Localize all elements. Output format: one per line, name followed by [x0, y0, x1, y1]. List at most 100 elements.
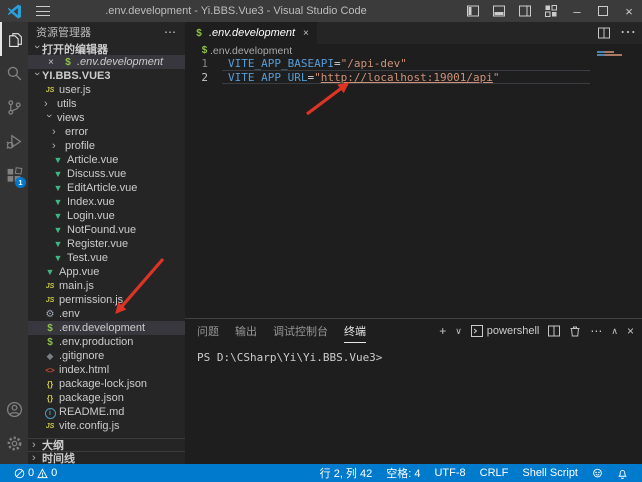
vue-icon — [52, 210, 64, 222]
tree-item-main-js[interactable]: main.js — [28, 279, 185, 293]
sidebar-title-label: 资源管理器 — [36, 24, 91, 40]
json-icon — [44, 392, 56, 405]
tree-item-env-production[interactable]: .env.production — [28, 335, 185, 349]
file-tree: user.js utils views error profile Articl… — [28, 83, 185, 433]
tab-output[interactable]: 输出 — [235, 319, 257, 343]
tab-problems[interactable]: 问题 — [197, 319, 219, 343]
tree-item-error[interactable]: error — [28, 125, 185, 139]
activity-bar: 1 — [0, 22, 28, 464]
chevron-down-icon[interactable]: ∨ — [455, 325, 462, 337]
open-editor-item-env-development[interactable]: × .env.development — [28, 55, 185, 69]
account-icon[interactable] — [0, 392, 28, 426]
editor-group: .env.development × ⋯ .env.development 1 … — [185, 22, 642, 464]
toggle-secondary-sidebar-icon[interactable] — [512, 0, 538, 22]
minimap[interactable] — [595, 44, 642, 104]
breadcrumb[interactable]: .env.development — [185, 44, 642, 57]
new-terminal-icon[interactable]: + — [439, 325, 446, 337]
toggle-primary-sidebar-icon[interactable] — [460, 0, 486, 22]
sidebar-more-actions-icon[interactable]: ⋯ — [164, 25, 177, 39]
tree-item-env-development[interactable]: .env.development — [28, 321, 185, 335]
source-control-icon[interactable] — [0, 90, 28, 124]
tree-item-editarticle-vue[interactable]: EditArticle.vue — [28, 181, 185, 195]
tree-item-permission-js[interactable]: permission.js — [28, 293, 185, 307]
tree-item-test-vue[interactable]: Test.vue — [28, 251, 185, 265]
tree-item-gitignore[interactable]: .gitignore — [28, 349, 185, 363]
tree-item-profile[interactable]: profile — [28, 139, 185, 153]
js-icon — [44, 83, 56, 97]
line-number: 2 — [185, 71, 222, 85]
vue-icon — [52, 196, 64, 208]
extensions-icon[interactable]: 1 — [0, 158, 28, 192]
tree-item-package-lock-json[interactable]: package-lock.json — [28, 377, 185, 391]
terminal-prompt: PS D:\CSharp\Yi\Yi.BBS.Vue3> — [197, 351, 382, 364]
shell-selector[interactable]: powershell — [471, 325, 540, 337]
tab-debug-console[interactable]: 调试控制台 — [273, 319, 328, 343]
tree-item-index-vue[interactable]: Index.vue — [28, 195, 185, 209]
split-terminal-icon[interactable] — [548, 325, 560, 337]
tree-item-index-html[interactable]: index.html — [28, 363, 185, 377]
close-button[interactable]: × — [616, 0, 642, 22]
split-editor-icon[interactable] — [598, 27, 610, 39]
tree-item-article-vue[interactable]: Article.vue — [28, 153, 185, 167]
editor-actions: ⋯ — [598, 22, 642, 44]
feedback-icon[interactable] — [588, 464, 607, 482]
json-icon — [44, 378, 56, 391]
customize-layout-icon[interactable] — [538, 0, 564, 22]
chevron-right-icon — [52, 141, 62, 151]
close-icon[interactable]: × — [48, 57, 62, 68]
tree-item-login-vue[interactable]: Login.vue — [28, 209, 185, 223]
code-editor[interactable]: 1 VITE_APP_BASEAPI="/api-dev" 2 VITE_APP… — [185, 57, 642, 317]
tree-item-package-json[interactable]: package.json — [28, 391, 185, 405]
kill-terminal-trash-icon[interactable] — [569, 325, 581, 337]
tree-item-notfound-vue[interactable]: NotFound.vue — [28, 223, 185, 237]
timeline-section-header[interactable]: 时间线 — [28, 451, 185, 464]
cursor-position-status[interactable]: 行 2, 列 42 — [316, 464, 377, 482]
settings-gear-icon[interactable] — [0, 426, 28, 460]
tree-item-app-vue[interactable]: App.vue — [28, 265, 185, 279]
problems-status[interactable]: 0 0 — [10, 464, 61, 482]
search-icon[interactable] — [0, 56, 28, 90]
error-icon — [14, 468, 25, 479]
more-actions-icon[interactable]: ⋯ — [590, 325, 602, 337]
notifications-bell-icon[interactable] — [613, 464, 632, 482]
tree-item-register-vue[interactable]: Register.vue — [28, 237, 185, 251]
tab-terminal[interactable]: 终端 — [344, 319, 366, 343]
gear-icon — [44, 308, 56, 321]
terminal-output[interactable]: PS D:\CSharp\Yi\Yi.BBS.Vue3> — [185, 343, 642, 364]
tree-item-env[interactable]: .env — [28, 307, 185, 321]
info-icon — [44, 406, 56, 419]
tree-item-vite-config-js[interactable]: vite.config.js — [28, 419, 185, 433]
open-editors-header[interactable]: 打开的编辑器 — [28, 42, 185, 55]
line-number: 1 — [185, 57, 222, 71]
more-actions-icon[interactable]: ⋯ — [620, 27, 636, 39]
vue-icon — [52, 154, 64, 166]
run-debug-icon[interactable] — [0, 124, 28, 158]
tree-item-views[interactable]: views — [28, 111, 185, 125]
language-mode-status[interactable]: Shell Script — [518, 464, 582, 482]
code-line-2: 2 VITE_APP_URL="http://localhost:19001/a… — [185, 71, 642, 85]
minimize-button[interactable]: – — [564, 0, 590, 22]
git-icon — [44, 350, 56, 362]
terminal-icon — [471, 325, 483, 337]
workspace-header[interactable]: YI.BBS.VUE3 — [28, 69, 185, 83]
maximize-panel-icon[interactable]: ∧ — [611, 325, 618, 337]
tree-item-discuss-vue[interactable]: Discuss.vue — [28, 167, 185, 181]
maximize-button[interactable] — [590, 0, 616, 22]
eol-status[interactable]: CRLF — [476, 464, 513, 482]
url-link[interactable]: http://localhost:19001/api — [321, 71, 493, 84]
tab-env-development[interactable]: .env.development × — [185, 22, 317, 44]
vue-icon — [52, 224, 64, 236]
tree-item-readme-md[interactable]: README.md — [28, 405, 185, 419]
tab-close-icon[interactable]: × — [303, 28, 309, 39]
tree-item-user-js[interactable]: user.js — [28, 83, 185, 97]
env-file-icon — [62, 56, 74, 69]
env-file-icon — [199, 44, 210, 57]
encoding-status[interactable]: UTF-8 — [430, 464, 469, 482]
explorer-icon[interactable] — [0, 22, 28, 56]
vue-icon — [52, 182, 64, 194]
panel-tab-bar: 问题 输出 调试控制台 终端 + ∨ powershell ⋯ ∧ × — [185, 319, 642, 343]
tree-item-utils[interactable]: utils — [28, 97, 185, 111]
toggle-panel-icon[interactable] — [486, 0, 512, 22]
indentation-status[interactable]: 空格: 4 — [382, 464, 424, 482]
close-panel-icon[interactable]: × — [627, 325, 634, 337]
